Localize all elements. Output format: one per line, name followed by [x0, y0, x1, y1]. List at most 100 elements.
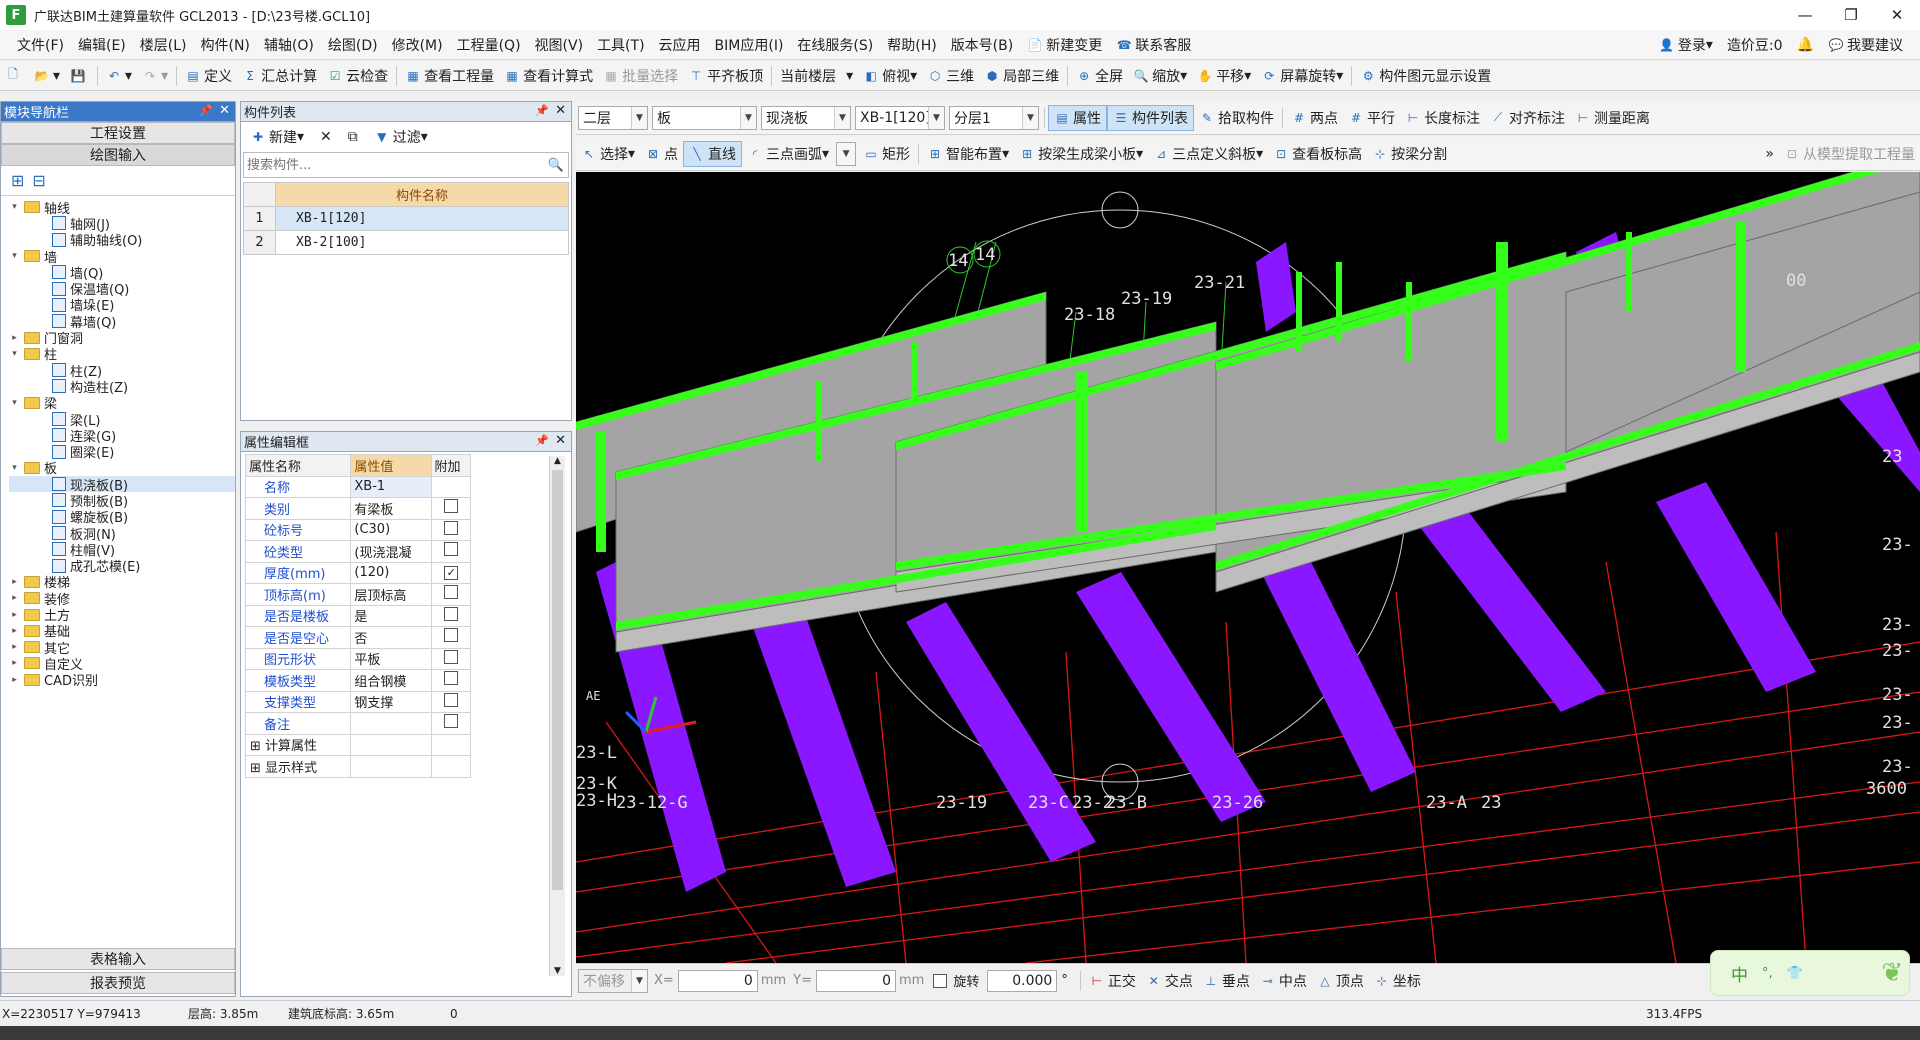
- redo-button[interactable]: ↷ ▾: [137, 63, 173, 89]
- tree-folder[interactable]: ▸ 装修: [9, 590, 235, 608]
- tree-folder[interactable]: ▸ 门窗洞: [9, 329, 235, 347]
- expand-all-icon[interactable]: ⊞: [11, 171, 24, 190]
- more-tools-button[interactable]: »: [1760, 141, 1779, 167]
- copy-component-icon[interactable]: ⧉: [343, 124, 363, 150]
- component-row[interactable]: 2 XB-2[100]: [243, 230, 569, 255]
- property-row[interactable]: 名称 XB-1: [244, 475, 471, 498]
- floor-select[interactable]: 二层 ▼: [578, 105, 648, 130]
- expander-icon[interactable]: ▾: [9, 463, 20, 473]
- arc-dropdown[interactable]: ▼: [836, 141, 857, 166]
- price-beans[interactable]: 造价豆:0: [1720, 30, 1790, 60]
- pin-icon[interactable]: 📌: [199, 104, 213, 117]
- beam-split-button[interactable]: ⊹ 按梁分割: [1367, 141, 1452, 167]
- length-dimension-button[interactable]: ⊢ 长度标注: [1400, 105, 1485, 131]
- search-icon[interactable]: 🔍: [544, 158, 568, 173]
- report-preview-button[interactable]: 报表预览: [1, 972, 235, 994]
- 3d-view-button[interactable]: ⬡ 三维: [922, 63, 979, 89]
- properties-toggle[interactable]: ▤ 属性: [1048, 104, 1107, 131]
- display-settings-button[interactable]: ⚙ 构件图元显示设置: [1355, 63, 1496, 89]
- property-row[interactable]: 砼类型 (现浇混凝: [244, 540, 471, 563]
- property-value[interactable]: 层顶标高: [350, 583, 433, 606]
- close-icon[interactable]: ✕: [555, 103, 566, 118]
- scroll-down-icon[interactable]: ▼: [550, 966, 565, 976]
- midpoint-snap-button[interactable]: ⊸ 中点: [1255, 968, 1312, 994]
- expander-icon[interactable]: ▾: [9, 251, 20, 261]
- expander-icon[interactable]: ▸: [9, 658, 20, 668]
- property-value[interactable]: 平板: [350, 647, 433, 670]
- model-canvas[interactable]: 14 14 23-18 23-19 23-21 00 23-L 23-K 23-…: [576, 172, 1920, 963]
- tree-item[interactable]: 连梁(G): [9, 427, 235, 445]
- tree-item[interactable]: 构造柱(Z): [9, 378, 235, 396]
- view-formula-button[interactable]: ▦ 查看计算式: [499, 63, 598, 89]
- tree-folder[interactable]: ▾ 柱: [9, 346, 235, 363]
- tree-folder[interactable]: ▸ CAD识别: [9, 672, 235, 689]
- expander-icon[interactable]: ▸: [9, 642, 20, 652]
- beam-small-slab-button[interactable]: ⊞ 按梁生成梁小板 ▾: [1014, 141, 1148, 167]
- menu-view[interactable]: 视图(V): [528, 30, 591, 60]
- extra-checkbox[interactable]: [444, 542, 459, 557]
- tree-item[interactable]: 幕墙(Q): [9, 313, 235, 331]
- sloped-slab-button[interactable]: ⊿ 三点定义斜板 ▾: [1148, 141, 1268, 167]
- extra-checkbox[interactable]: ✓: [444, 566, 459, 581]
- login-button[interactable]: 👤 登录 ▾: [1652, 30, 1720, 60]
- menu-cloud[interactable]: 云应用: [652, 30, 708, 60]
- expand-icon[interactable]: ⊞: [250, 761, 265, 776]
- parallel-axis-button[interactable]: # 平行: [1343, 105, 1400, 131]
- fullscreen-button[interactable]: ⊕ 全屏: [1071, 63, 1128, 89]
- tree-item[interactable]: 柱(Z): [9, 362, 235, 380]
- ime-widget[interactable]: 中 °, 👕 ❦: [1710, 950, 1910, 996]
- property-value[interactable]: XB-1: [350, 475, 433, 498]
- two-point-axis-button[interactable]: # 两点: [1286, 105, 1343, 131]
- line-tool[interactable]: ╲ 直线: [683, 140, 743, 167]
- component-name-cell[interactable]: XB-2[100]: [275, 230, 569, 255]
- tree-folder[interactable]: ▾ 板: [9, 460, 235, 477]
- menu-modify[interactable]: 修改(M): [385, 30, 450, 60]
- property-value[interactable]: 有梁板: [350, 497, 433, 520]
- menu-version[interactable]: 版本号(B): [944, 30, 1021, 60]
- select-tool[interactable]: ↖ 选择 ▾: [576, 141, 640, 167]
- property-scrollbar[interactable]: ▲ ▼: [549, 456, 565, 976]
- component-select[interactable]: XB-1[120] ▼: [855, 105, 945, 130]
- tree-folder[interactable]: ▾ 墙: [9, 248, 235, 266]
- maximize-button[interactable]: ❐: [1828, 0, 1874, 30]
- align-slab-top-button[interactable]: ⊤ 平齐板顶: [683, 63, 768, 89]
- tree-item[interactable]: 辅助轴线(O): [9, 232, 235, 249]
- component-search-input[interactable]: [244, 154, 544, 176]
- top-view-button[interactable]: ◧ 俯视 ▾: [858, 63, 922, 89]
- category-select[interactable]: 板 ▼: [652, 105, 757, 130]
- tree-item[interactable]: 墙(Q): [9, 264, 235, 282]
- component-row[interactable]: 1 XB-1[120]: [243, 206, 569, 231]
- partial-3d-button[interactable]: ⬢ 局部三维: [979, 63, 1064, 89]
- new-component-button[interactable]: ✚ 新建 ▾: [245, 124, 309, 150]
- menu-bim[interactable]: BIM应用(I): [708, 30, 791, 60]
- filter-button[interactable]: ▼ 过滤 ▾: [369, 124, 433, 150]
- property-value[interactable]: 否: [350, 626, 433, 649]
- batch-select-button[interactable]: ▦ 批量选择: [598, 63, 683, 89]
- pin-icon[interactable]: 📌: [535, 104, 549, 117]
- type-select[interactable]: 现浇板 ▼: [761, 105, 851, 130]
- suggest-button[interactable]: 💬 我要建议: [1821, 30, 1910, 60]
- point-tool[interactable]: ⊠ 点: [640, 141, 683, 167]
- cloud-check-button[interactable]: ☑ 云检查: [322, 63, 393, 89]
- x-input[interactable]: 0: [677, 969, 758, 992]
- tree-folder[interactable]: ▸ 其它: [9, 639, 235, 657]
- tree-item[interactable]: 预制板(B): [9, 492, 235, 510]
- expander-icon[interactable]: ▾: [9, 349, 20, 359]
- offset-mode-select[interactable]: 不偏移 ▼: [578, 968, 648, 993]
- tree-item[interactable]: 成孔芯模(E): [9, 558, 235, 575]
- view-slab-elevation-button[interactable]: ⊡ 查看板标高: [1268, 141, 1367, 167]
- vertex-snap-button[interactable]: △ 顶点: [1312, 968, 1369, 994]
- extra-checkbox[interactable]: [444, 499, 459, 514]
- extra-checkbox[interactable]: [444, 714, 459, 729]
- tree-item[interactable]: 保温墙(Q): [9, 280, 235, 298]
- property-row[interactable]: 模板类型 组合钢模: [244, 669, 471, 692]
- project-settings-button[interactable]: 工程设置: [1, 122, 235, 144]
- tree-item[interactable]: 螺旋板(B): [9, 509, 235, 526]
- tree-item[interactable]: 轴网(J): [9, 215, 235, 233]
- expander-icon[interactable]: ▸: [9, 593, 20, 603]
- expander-icon[interactable]: ▸: [9, 577, 20, 587]
- scroll-up-icon[interactable]: ▲: [550, 456, 565, 466]
- summary-calc-button[interactable]: Σ 汇总计算: [237, 63, 322, 89]
- menu-online[interactable]: 在线服务(S): [790, 30, 880, 60]
- 3d-viewport[interactable]: 14 14 23-18 23-19 23-21 00 23-L 23-K 23-…: [576, 172, 1920, 963]
